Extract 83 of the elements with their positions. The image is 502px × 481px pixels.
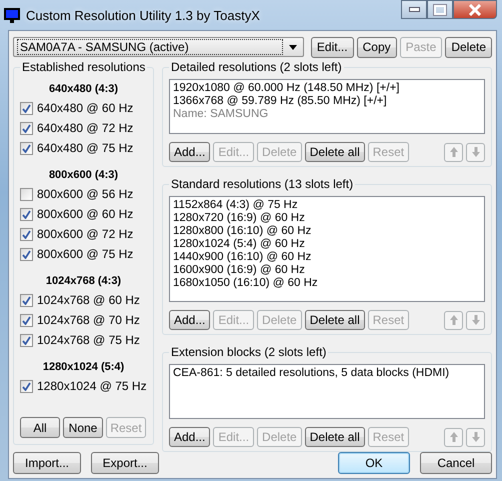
check-icon	[22, 104, 31, 112]
checkbox-label[interactable]: 800x600 @ 60 Hz	[37, 207, 134, 221]
group-title: Extension blocks (2 slots left)	[169, 345, 328, 359]
group-title: Standard resolutions (13 slots left)	[169, 177, 356, 191]
down-arrow-icon	[472, 315, 480, 325]
list-button[interactable]: Delete all	[304, 142, 365, 162]
monitor-icon	[4, 7, 20, 23]
selection-button[interactable]: All	[20, 417, 60, 438]
checkbox[interactable]	[20, 142, 33, 154]
maximize-button[interactable]	[427, 0, 453, 19]
list-button[interactable]: Add...	[169, 427, 210, 447]
checkbox-label[interactable]: 800x600 @ 56 Hz	[37, 187, 134, 201]
group-heading: 800x600 (4:3)	[48, 168, 120, 183]
check-icon	[22, 210, 31, 218]
up-arrow-icon	[450, 432, 458, 442]
up-arrow-icon	[450, 315, 458, 325]
caret-icon	[288, 44, 297, 50]
toolbar-button[interactable]: Edit...	[310, 36, 354, 58]
checkbox[interactable]	[20, 248, 33, 260]
check-icon	[22, 124, 31, 132]
checkbox[interactable]	[20, 102, 33, 114]
window-title: Custom Resolution Utility 1.3 by ToastyX	[26, 8, 260, 22]
list-item[interactable]: 1440x900 (16:10) @ 60 Hz	[173, 251, 481, 264]
toolbar-button[interactable]: Copy	[356, 36, 397, 58]
checkbox[interactable]	[20, 380, 33, 392]
checkbox[interactable]	[20, 334, 33, 346]
down-arrow-icon	[472, 147, 480, 157]
list-button[interactable]: Add...	[169, 142, 210, 162]
check-icon	[22, 250, 31, 258]
checkbox[interactable]	[20, 208, 33, 220]
checkbox-label[interactable]: 800x600 @ 72 Hz	[37, 227, 134, 241]
list-box[interactable]: 1152x864 (4:3) @ 75 Hz 1280x720 (16:9) @ 60 Hz 1280x800 (16:10) @ 60 Hz 1280x1024 (5:4) @ 60 Hz 1440x900 (16:10) @ 60 Hz 1600x900 (16:9) @ 60 Hz 1680x1050 (16:10) @ 60 Hz	[169, 196, 485, 302]
checkbox-label[interactable]: 640x480 @ 72 Hz	[37, 121, 134, 135]
check-icon	[22, 316, 31, 324]
group-heading: 1024x768 (4:3)	[44, 274, 122, 289]
checkbox-label[interactable]: 1280x1024 @ 75 Hz	[37, 379, 147, 393]
checkbox-label[interactable]: 1024x768 @ 60 Hz	[37, 293, 140, 307]
selection-button[interactable]: None	[63, 417, 103, 438]
check-icon	[22, 336, 31, 344]
list-item[interactable]: Name: SAMSUNG	[173, 108, 481, 121]
check-icon	[22, 296, 31, 304]
minimize-button[interactable]	[401, 0, 427, 19]
checkbox[interactable]	[20, 228, 33, 240]
list-item[interactable]: 1366x768 @ 59.789 Hz (85.50 MHz) [+/+]	[173, 95, 481, 108]
toolbar-button[interactable]: Delete	[445, 36, 492, 58]
close-icon	[468, 4, 482, 16]
list-item[interactable]: 1920x1080 @ 60.000 Hz (148.50 MHz) [+/+]	[173, 82, 481, 95]
down-arrow-icon	[472, 432, 480, 442]
group-title: Established resolutions	[20, 60, 148, 74]
checkbox-label[interactable]: 800x600 @ 75 Hz	[37, 247, 134, 261]
list-button[interactable]: Delete all	[304, 427, 365, 447]
checkbox[interactable]	[20, 188, 33, 200]
list-box[interactable]: 1920x1080 @ 60.000 Hz (148.50 MHz) [+/+] 1366x768 @ 59.789 Hz (85.50 MHz) [+/+] Name: SAMSUNG	[169, 79, 485, 134]
group-title: Detailed resolutions (2 slots left)	[169, 60, 344, 74]
checkbox-label[interactable]: 1024x768 @ 70 Hz	[37, 313, 140, 327]
group-heading: 640x480 (4:3)	[48, 82, 120, 97]
list-item[interactable]: 1680x1050 (16:10) @ 60 Hz	[173, 277, 481, 290]
list-item[interactable]: CEA-861: 5 detailed resolutions, 5 data blocks (HDMI)	[173, 367, 481, 380]
check-icon	[22, 230, 31, 238]
checkbox-label[interactable]: 640x480 @ 60 Hz	[37, 101, 134, 115]
list-item[interactable]: 1280x1024 (5:4) @ 60 Hz	[173, 238, 481, 251]
file-button[interactable]: Import...	[13, 452, 81, 474]
check-icon	[22, 382, 31, 390]
list-box[interactable]: CEA-861: 5 detailed resolutions, 5 data blocks (HDMI)	[169, 364, 485, 419]
list-item[interactable]: 1152x864 (4:3) @ 75 Hz	[173, 199, 481, 212]
list-button[interactable]: Delete all	[304, 310, 365, 330]
device-dropdown[interactable]: SAM0A7A - SAMSUNG (active)	[13, 37, 304, 57]
list-item[interactable]: 1280x720 (16:9) @ 60 Hz	[173, 212, 481, 225]
list-item[interactable]: 1280x800 (16:10) @ 60 Hz	[173, 225, 481, 238]
checkbox[interactable]	[20, 122, 33, 134]
list-item[interactable]: 1600x900 (16:9) @ 60 Hz	[173, 264, 481, 277]
up-arrow-icon	[450, 147, 458, 157]
cancel-button[interactable]: Cancel	[420, 452, 492, 474]
group-heading: 1280x1024 (5:4)	[42, 360, 126, 375]
checkbox[interactable]	[20, 294, 33, 306]
close-button[interactable]	[453, 0, 497, 19]
list-button[interactable]: Add...	[169, 310, 210, 330]
checkbox[interactable]	[20, 314, 33, 326]
checkbox-label[interactable]: 640x480 @ 75 Hz	[37, 141, 134, 155]
checkbox-label[interactable]: 1024x768 @ 75 Hz	[37, 333, 140, 347]
check-icon	[22, 144, 31, 152]
ok-button[interactable]: OK	[338, 452, 410, 474]
file-button[interactable]: Export...	[91, 452, 159, 474]
